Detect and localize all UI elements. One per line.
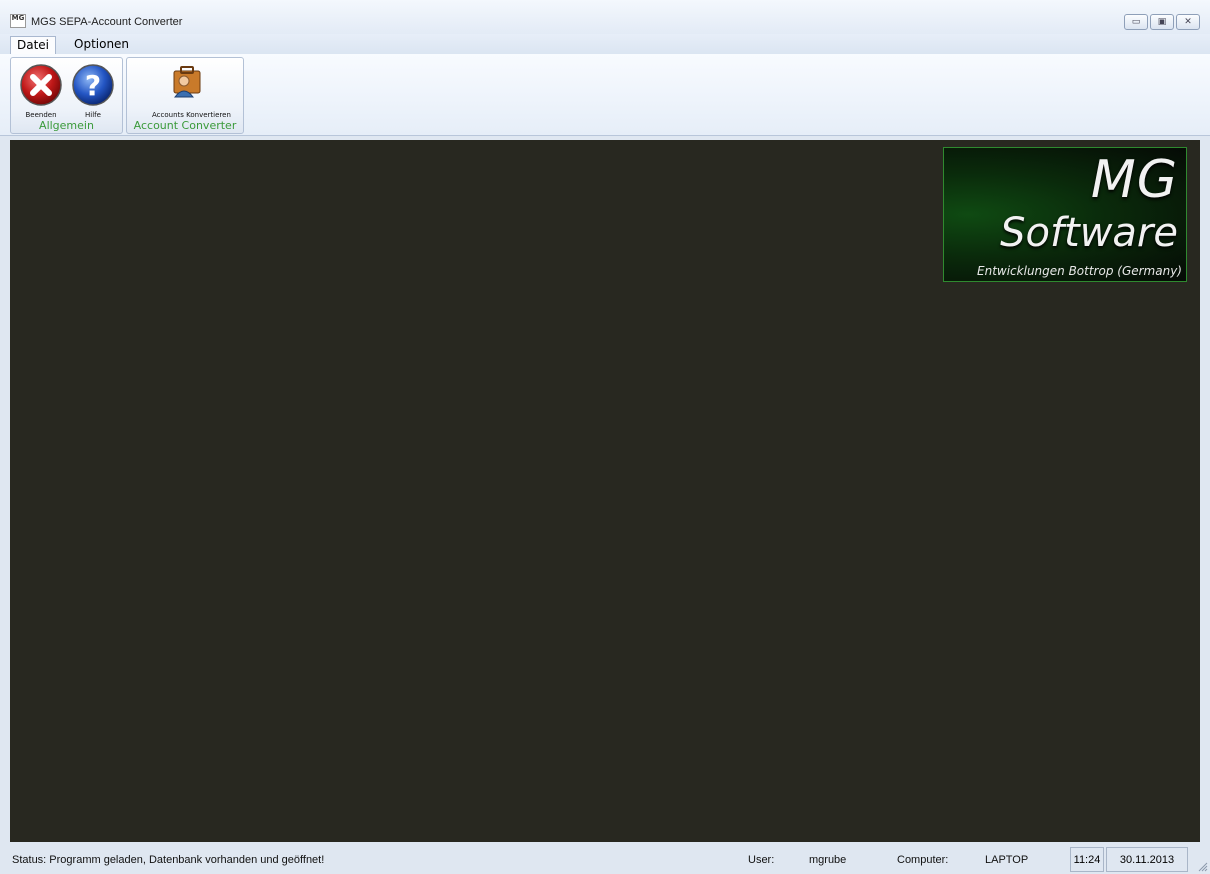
close-circle-icon (20, 64, 62, 106)
company-logo: MG Software Entwicklungen Bottrop (Germa… (943, 147, 1187, 282)
maximize-button[interactable]: ▣ (1150, 14, 1174, 30)
ribbon: Beenden ? Hilfe Allgemein Accounts Konve… (0, 54, 1210, 136)
maximize-icon: ▣ (1157, 17, 1167, 27)
accounts-konvertieren-label: Accounts Konvertieren (152, 111, 231, 119)
app-icon[interactable]: MG (10, 14, 26, 28)
app-window: MG MGS SEPA-Account Converter ▭ ▣ ✕ Date… (0, 0, 1210, 874)
group-label-allgemein: Allgemein (39, 119, 94, 132)
ribbon-group-allgemein: Beenden ? Hilfe Allgemein (10, 57, 123, 134)
status-text: Status: Programm geladen, Datenbank vorh… (12, 854, 325, 866)
status-date: 30.11.2013 (1106, 847, 1188, 872)
title-bar[interactable]: MG MGS SEPA-Account Converter ▭ ▣ ✕ (0, 0, 1210, 34)
close-button[interactable]: ✕ (1176, 14, 1200, 30)
user-briefcase-icon (173, 66, 201, 98)
tab-optionen[interactable]: Optionen (68, 36, 135, 54)
status-time: 11:24 (1070, 847, 1104, 872)
logo-subtitle: Entwicklungen Bottrop (Germany) (977, 264, 1182, 278)
resize-grip-icon[interactable] (1198, 862, 1208, 872)
accounts-konvertieren-button[interactable]: Accounts Konvertieren (152, 61, 231, 121)
help-circle-icon: ? (72, 64, 114, 106)
computer-value: LAPTOP (985, 854, 1029, 866)
user-label: User: (748, 854, 775, 866)
hilfe-button[interactable]: ? Hilfe (69, 61, 117, 121)
close-icon: ✕ (1184, 17, 1192, 27)
window-controls: ▭ ▣ ✕ (1124, 14, 1200, 30)
window-title: MGS SEPA-Account Converter (31, 16, 183, 28)
menu-bar: Datei Optionen (0, 34, 1210, 54)
group-label-account-converter: Account Converter (133, 119, 237, 132)
logo-mg-text: MG (1090, 150, 1178, 210)
status-bar: Status: Programm geladen, Datenbank vorh… (0, 842, 1210, 874)
svg-text:?: ? (85, 69, 101, 102)
user-value: mgrube (809, 854, 847, 866)
main-workspace: MG Software Entwicklungen Bottrop (Germa… (10, 140, 1200, 842)
ribbon-group-account-converter: Accounts Konvertieren Account Converter (126, 57, 244, 134)
computer-label: Computer: (897, 854, 949, 866)
hilfe-label: Hilfe (85, 111, 101, 119)
tab-datei[interactable]: Datei (10, 36, 57, 54)
beenden-button[interactable]: Beenden (17, 61, 65, 121)
minimize-button[interactable]: ▭ (1124, 14, 1148, 30)
logo-software-text: Software (1000, 210, 1178, 256)
minimize-icon: ▭ (1131, 17, 1141, 27)
